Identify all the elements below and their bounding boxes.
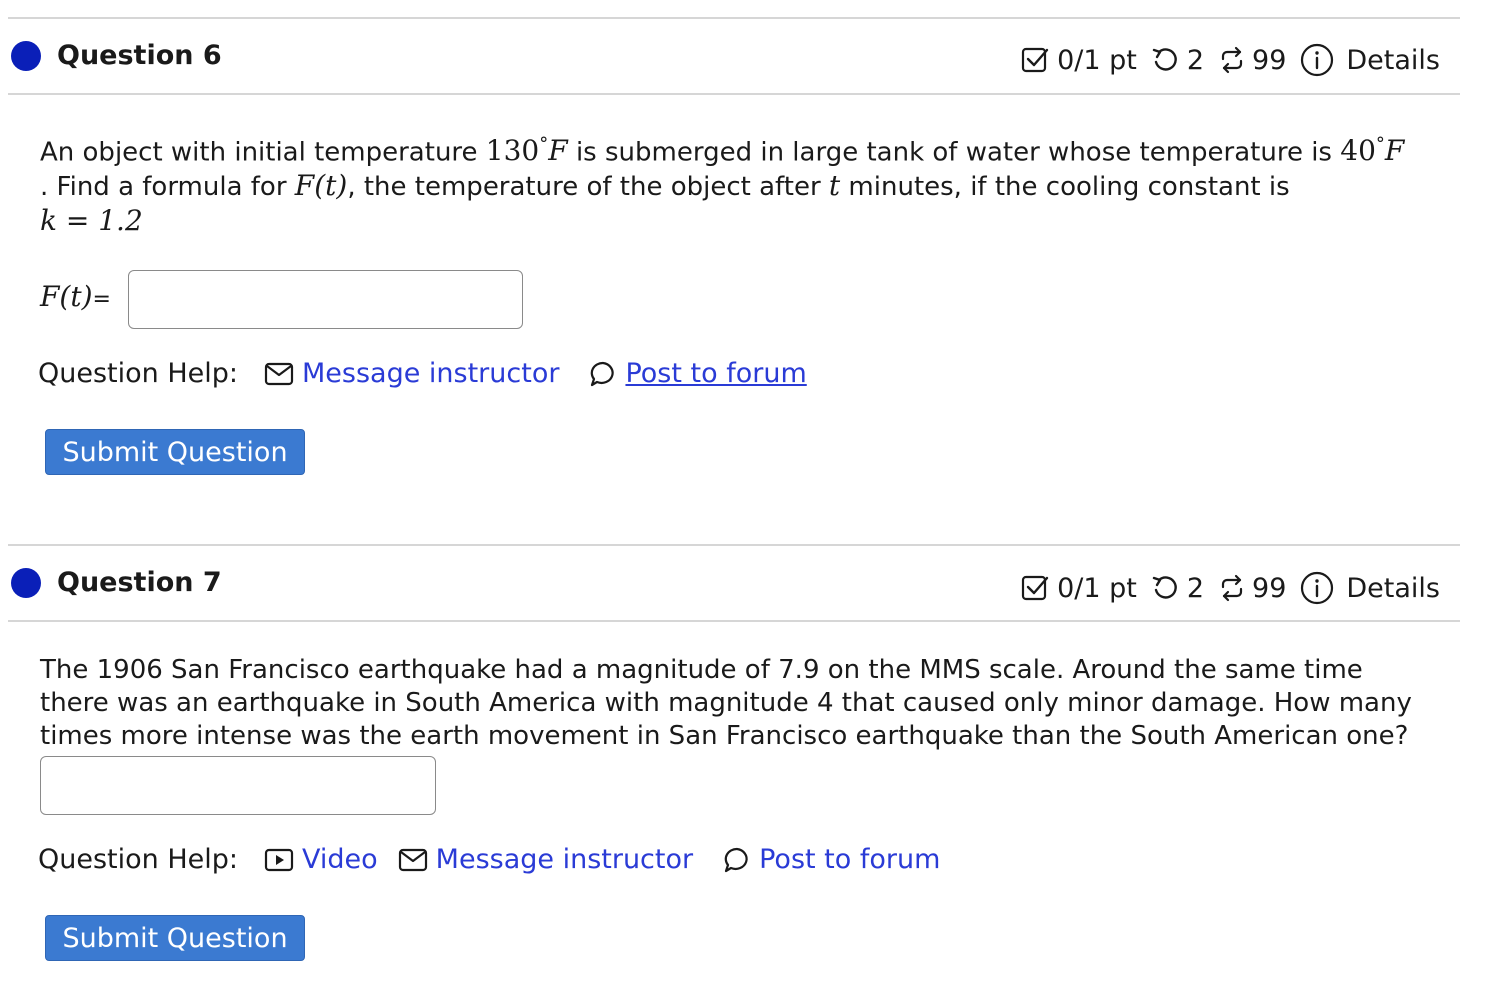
chat-bubble-icon (724, 847, 748, 872)
chat-bubble-icon (591, 361, 615, 386)
retry-icon (1152, 48, 1177, 71)
question-6-details-label: Details (1346, 44, 1440, 76)
question-6-input-label: F(t)= (40, 280, 111, 313)
question-6-help-label: Question Help: (38, 358, 238, 389)
question-7-retries: 2 (1186, 572, 1205, 604)
check-square-icon (1021, 47, 1049, 73)
video-icon (264, 848, 294, 871)
variable-t: t (828, 169, 841, 203)
question-7-message-instructor-link[interactable]: Message instructor (398, 844, 693, 875)
question-7-help-label: Question Help: (38, 844, 238, 875)
check-square-icon (1021, 575, 1049, 601)
question-7-meta: 0/1 pt 2 99 Details (1021, 571, 1440, 605)
question-7-details-label: Details (1346, 572, 1440, 604)
mail-icon (264, 362, 294, 385)
question-6-text-part4: , the temperature of the object after (347, 172, 829, 203)
question-6-help: Question Help: Message instructor Post t… (38, 358, 807, 389)
question-6-meta: 0/1 pt 2 99 Details (1021, 43, 1440, 77)
cooling-constant: k = 1.2 (40, 204, 143, 238)
water-temperature: 40°F (1340, 134, 1405, 168)
question-6-text-part5: minutes, if the cooling constant is (840, 172, 1290, 203)
question-7-video-link[interactable]: Video (264, 844, 378, 875)
question-7-text: The 1906 San Francisco earthquake had a … (40, 655, 1412, 751)
function-symbol: F(t) (294, 169, 348, 203)
question-7-details[interactable]: Details (1300, 571, 1440, 605)
repeat-icon (1221, 46, 1243, 74)
question-6-status-dot (11, 41, 41, 71)
info-icon (1301, 571, 1334, 605)
question-7-header-rule (8, 620, 1460, 622)
question-7-help: Question Help: Video Message instructor … (38, 844, 940, 875)
question-6-submit-button[interactable]: Submit Question (45, 429, 305, 475)
question-6-attempts: 99 (1252, 44, 1287, 76)
question-6-text-part3: . Find a formula for (40, 172, 295, 203)
question-6-text-part1: An object with initial temperature (40, 137, 486, 168)
retry-icon (1152, 576, 1177, 599)
question-6-text: An object with initial temperature 130°F… (40, 128, 1460, 239)
info-icon (1301, 43, 1334, 77)
question-6-text-part2: is submerged in large tank of water whos… (567, 137, 1341, 168)
question-6-message-instructor-link[interactable]: Message instructor (264, 358, 559, 389)
question-6-answer-input[interactable] (128, 270, 523, 329)
question-7-score: 0/1 pt (1057, 572, 1137, 604)
question-7-submit-button[interactable]: Submit Question (45, 915, 305, 961)
question-6-score: 0/1 pt (1057, 44, 1137, 76)
question-6-header-rule (8, 93, 1460, 95)
question-6-top-rule (8, 17, 1460, 19)
question-7-post-to-forum-link[interactable]: Post to forum (723, 844, 940, 875)
question-7-answer-input[interactable] (40, 756, 436, 815)
question-6-post-to-forum-link[interactable]: Post to forum (589, 358, 807, 389)
question-7-top-rule (8, 544, 1460, 546)
repeat-icon (1221, 574, 1243, 602)
question-6-title: Question 6 (57, 40, 222, 71)
initial-temperature: 130°F (485, 134, 568, 168)
question-6-details[interactable]: Details (1300, 43, 1440, 77)
question-7-attempts: 99 (1252, 572, 1287, 604)
question-7-title: Question 7 (57, 567, 222, 598)
mail-icon (398, 848, 427, 871)
question-7-status-dot (11, 568, 41, 598)
question-6-retries: 2 (1186, 44, 1205, 76)
